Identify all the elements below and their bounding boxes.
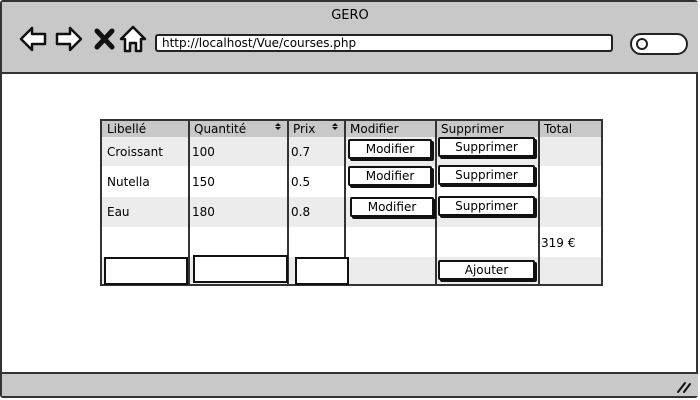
cell-prix: 0.7 bbox=[291, 145, 311, 159]
close-icon[interactable] bbox=[90, 24, 120, 54]
search-box[interactable] bbox=[630, 33, 688, 55]
courses-table: Libellé Quantité Prix Modifier Supprimer… bbox=[100, 119, 603, 286]
supprimer-button[interactable]: Supprimer bbox=[438, 137, 535, 157]
header-supprimer: Supprimer bbox=[436, 121, 539, 137]
browser-toolbar: GERO http://localhost/Vue/courses.php bbox=[2, 2, 698, 74]
search-icon bbox=[636, 38, 648, 50]
browser-window: GERO http://localhost/Vue/courses.php Li… bbox=[0, 0, 698, 398]
header-libelle[interactable]: Libellé bbox=[102, 121, 189, 137]
header-prix[interactable]: Prix bbox=[288, 121, 345, 137]
header-prix-label: Prix bbox=[293, 122, 316, 136]
quantite-input[interactable] bbox=[193, 255, 288, 283]
column-divider bbox=[188, 121, 190, 284]
supprimer-button[interactable]: Supprimer bbox=[438, 165, 535, 185]
prix-input[interactable] bbox=[295, 257, 349, 285]
address-bar[interactable]: http://localhost/Vue/courses.php bbox=[155, 34, 613, 52]
libelle-input[interactable] bbox=[104, 257, 188, 285]
arrow-left-icon[interactable] bbox=[18, 24, 48, 54]
column-divider bbox=[538, 121, 540, 284]
cell-quantite: 100 bbox=[192, 145, 215, 159]
cell-libelle: Croissant bbox=[107, 145, 163, 159]
ajouter-button[interactable]: Ajouter bbox=[438, 260, 535, 280]
cell-libelle: Eau bbox=[107, 205, 130, 219]
window-title: GERO bbox=[331, 8, 369, 23]
cell-prix: 0.8 bbox=[291, 205, 311, 219]
column-divider bbox=[435, 121, 437, 284]
cell-quantite: 180 bbox=[192, 205, 215, 219]
modifier-button[interactable]: Modifier bbox=[348, 139, 432, 159]
header-modifier: Modifier bbox=[345, 121, 436, 137]
status-bar bbox=[2, 372, 698, 396]
header-quantite[interactable]: Quantité bbox=[189, 121, 288, 137]
cell-quantite: 150 bbox=[192, 175, 215, 189]
home-icon[interactable] bbox=[118, 24, 148, 54]
modifier-button[interactable]: Modifier bbox=[348, 166, 432, 186]
modifier-button[interactable]: Modifier bbox=[350, 197, 434, 217]
arrow-right-icon[interactable] bbox=[54, 24, 84, 54]
total-value: 319 € bbox=[541, 236, 576, 250]
header-quantite-label: Quantité bbox=[194, 122, 247, 136]
supprimer-button[interactable]: Supprimer bbox=[438, 196, 535, 216]
cell-prix: 0.5 bbox=[291, 175, 311, 189]
resize-grip-icon[interactable] bbox=[676, 378, 692, 394]
cell-libelle: Nutella bbox=[107, 175, 150, 189]
header-total: Total bbox=[539, 121, 601, 137]
